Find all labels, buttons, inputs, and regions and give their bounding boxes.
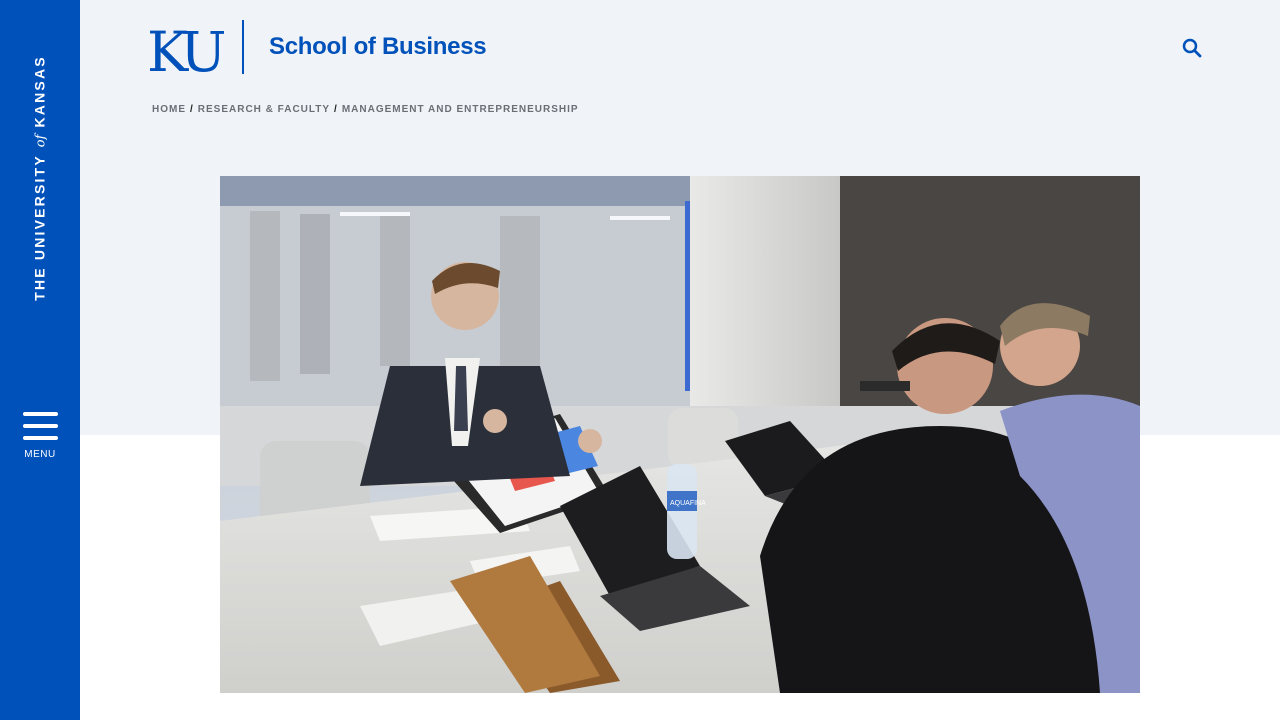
- bottle-label: AQUAFINA: [670, 500, 706, 507]
- university-wordmark-after: KANSAS: [31, 55, 48, 128]
- sidebar: THE UNIVERSITY of KANSAS MENU: [0, 0, 80, 720]
- search-button[interactable]: [1180, 36, 1204, 60]
- breadcrumb-home[interactable]: HOME: [152, 104, 186, 115]
- breadcrumb-management[interactable]: MANAGEMENT AND ENTREPRENEURSHIP: [342, 104, 579, 115]
- breadcrumb-research-faculty[interactable]: RESEARCH & FACULTY: [198, 104, 330, 115]
- university-wordmark-before: THE UNIVERSITY: [31, 154, 48, 301]
- breadcrumb-separator: /: [190, 104, 194, 115]
- header-divider: [242, 20, 244, 74]
- meeting-photo: AQUAFINA: [220, 176, 1140, 693]
- hamburger-menu-icon: [23, 412, 58, 442]
- site-title[interactable]: School of Business: [269, 33, 487, 61]
- ku-logo-text: KU: [147, 23, 224, 75]
- ku-logo[interactable]: KU: [147, 23, 225, 75]
- university-wordmark-of: of: [33, 134, 49, 148]
- hero-image: AQUAFINA: [220, 176, 1140, 693]
- breadcrumb-separator: /: [334, 104, 338, 115]
- breadcrumb: HOME / RESEARCH & FACULTY / MANAGEMENT AND E…: [152, 104, 579, 115]
- university-wordmark[interactable]: THE UNIVERSITY of KANSAS: [32, 55, 49, 301]
- menu-label: MENU: [24, 449, 56, 460]
- search-icon: [1182, 38, 1202, 58]
- menu-button[interactable]: MENU: [14, 408, 66, 468]
